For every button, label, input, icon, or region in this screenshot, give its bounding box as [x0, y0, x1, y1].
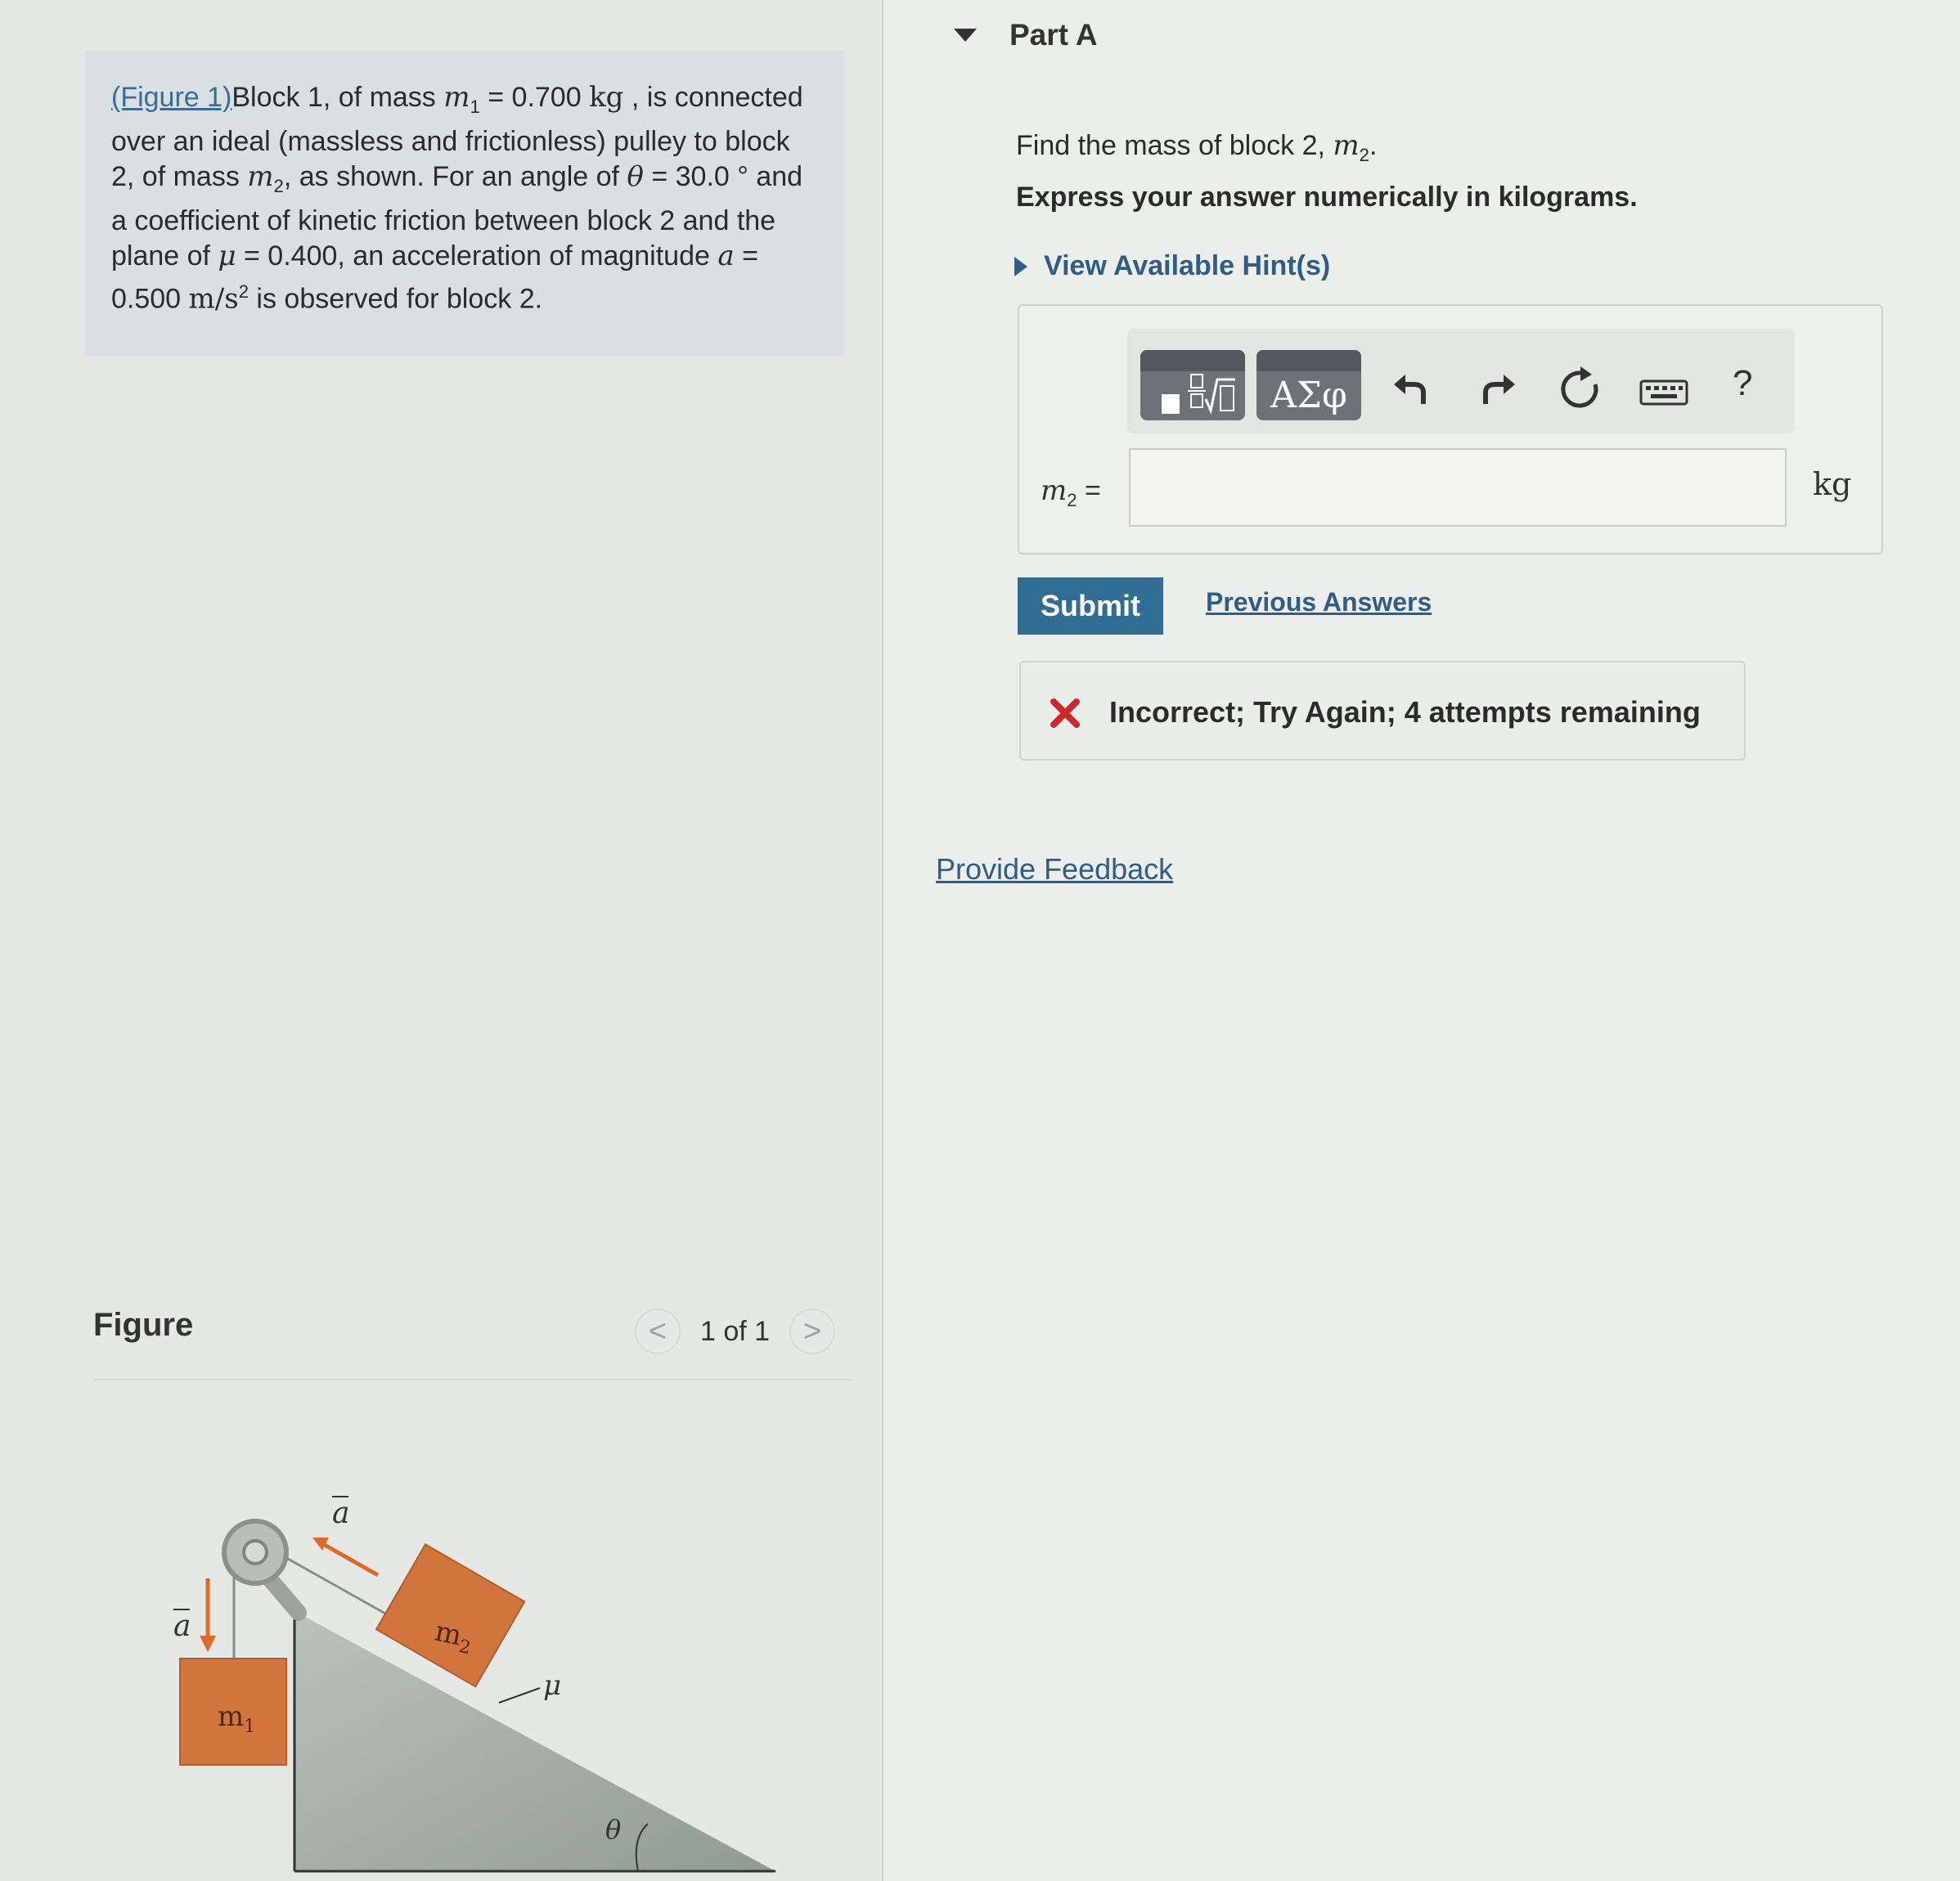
mu-label: μ: [543, 1669, 561, 1702]
chevron-left-icon: <: [648, 1313, 668, 1349]
next-figure-button[interactable]: >: [789, 1309, 836, 1354]
collapse-caret-icon[interactable]: [954, 29, 977, 42]
prev-figure-button[interactable]: <: [635, 1309, 681, 1354]
right-pane: [883, 0, 1960, 1881]
template-button[interactable]: [1140, 350, 1245, 420]
figure-link[interactable]: (Figure 1): [111, 82, 232, 113]
view-hints-toggle[interactable]: View Available Hint(s): [1014, 250, 1330, 282]
theta-label: θ: [605, 1814, 621, 1845]
previous-answers-link[interactable]: Previous Answers: [1206, 587, 1432, 617]
accel-label-m2: a: [332, 1497, 349, 1530]
mu-leader: [498, 1687, 541, 1704]
part-title: Part A: [1009, 18, 1098, 52]
undo-icon[interactable]: [1387, 366, 1436, 415]
accel-label-m1: a: [173, 1609, 191, 1643]
question-text: Find the mass of block 2, m2.: [1016, 129, 1378, 165]
part-a-header[interactable]: Part A: [954, 18, 1098, 52]
keyboard-icon[interactable]: [1638, 366, 1690, 415]
block-m2-group: [375, 1543, 526, 1688]
block-m2: [375, 1543, 526, 1688]
hints-label: View Available Hint(s): [1044, 250, 1331, 281]
expand-caret-icon: [1014, 256, 1027, 276]
template-icon: [1162, 374, 1235, 415]
error-x-icon: [1050, 698, 1080, 728]
figure-divider: [93, 1379, 852, 1380]
redo-icon[interactable]: [1472, 366, 1522, 415]
pager-label: 1 of 1: [700, 1315, 771, 1347]
answer-variable-label: m2 =: [1041, 474, 1101, 510]
incline-plane: [294, 1611, 775, 1871]
greek-symbols-button[interactable]: ΑΣφ: [1256, 350, 1361, 420]
figure-title: Figure: [93, 1307, 194, 1343]
answer-input[interactable]: [1129, 448, 1787, 527]
provide-feedback-link[interactable]: Provide Feedback: [936, 852, 1173, 887]
problem-statement: (Figure 1)Block 1, of mass m1 = 0.700 kg…: [85, 51, 844, 357]
feedback-message: Incorrect; Try Again; 4 attempts remaini…: [1109, 695, 1701, 729]
answer-instruction: Express your answer numerically in kilog…: [1016, 182, 1638, 213]
figure-diagram: m1 a m2 a μ θ: [173, 1496, 775, 1873]
reset-icon[interactable]: [1556, 366, 1605, 415]
greek-icon: ΑΣφ: [1270, 375, 1347, 416]
help-icon[interactable]: ?: [1733, 363, 1752, 404]
submit-button[interactable]: Submit: [1018, 577, 1163, 635]
accel-arrow-m2: [321, 1542, 380, 1578]
figure-pager: < 1 of 1 >: [635, 1307, 836, 1356]
pulley-hub: [242, 1539, 268, 1565]
accel-arrowhead-m1: [200, 1636, 216, 1652]
answer-unit: kg: [1813, 466, 1852, 502]
chevron-right-icon: >: [802, 1313, 822, 1349]
